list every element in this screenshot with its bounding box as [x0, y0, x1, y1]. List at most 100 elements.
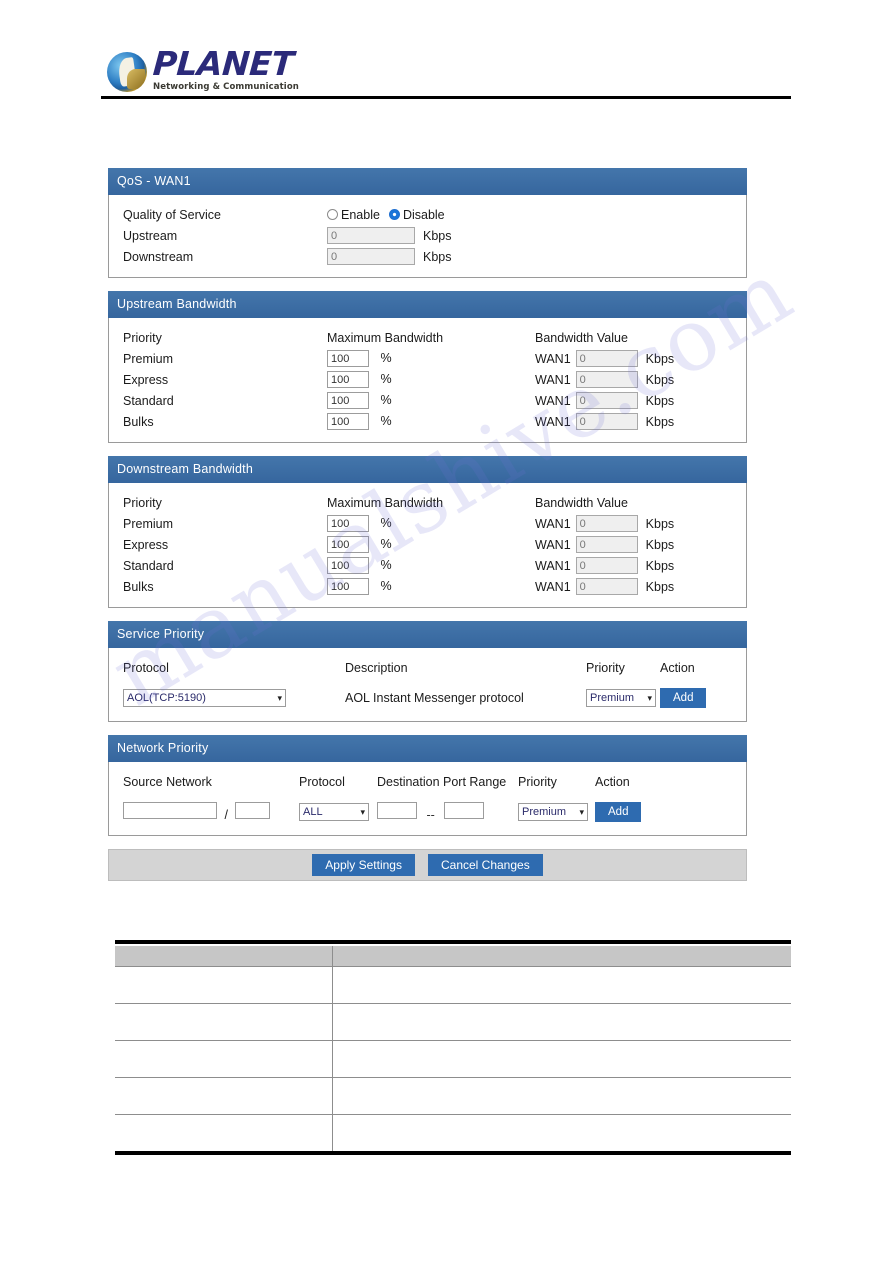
- port-range-from-input[interactable]: [377, 802, 417, 819]
- port-range-to-input[interactable]: [444, 802, 485, 819]
- table-row: [115, 1114, 791, 1155]
- bandwidth-value-input[interactable]: 0: [575, 392, 638, 409]
- network-protocol-select-value: ALL: [303, 806, 323, 818]
- upstream-input[interactable]: 0: [327, 227, 415, 244]
- row-description: [332, 1003, 791, 1041]
- col-header-action: Action: [660, 661, 695, 675]
- brand-wordmark: PLANET Networking & Communication: [152, 44, 299, 92]
- downstream-unit: Kbps: [423, 249, 452, 264]
- panel-title-service-priority: Service Priority: [108, 621, 747, 648]
- panel-title-upstream-bandwidth: Upstream Bandwidth: [108, 291, 747, 318]
- table-row: [115, 1077, 791, 1115]
- bandwidth-value-input[interactable]: 0: [575, 413, 638, 430]
- kbps-unit: Kbps: [645, 558, 675, 573]
- panel-title-downstream-bandwidth: Downstream Bandwidth: [108, 456, 747, 483]
- max-bandwidth-input[interactable]: 100: [327, 536, 369, 553]
- bandwidth-value-input[interactable]: 0: [575, 371, 638, 388]
- col-header-priority: Priority: [123, 495, 162, 510]
- priority-select[interactable]: Premium ▾: [586, 689, 656, 707]
- network-priority-select-value: Premium: [522, 806, 567, 818]
- wan-label: WAN1: [535, 393, 571, 408]
- bandwidth-value-input[interactable]: 0: [575, 515, 638, 532]
- bandwidth-value-cell: WAN1 0 Kbps: [535, 392, 674, 409]
- brand-tagline: Networking & Communication: [153, 82, 299, 92]
- max-bandwidth-input[interactable]: 100: [327, 413, 369, 430]
- source-network-input[interactable]: [123, 802, 217, 819]
- network-priority-select[interactable]: Premium ▾: [518, 803, 588, 821]
- wan-label: WAN1: [535, 372, 571, 387]
- apply-settings-button[interactable]: Apply Settings: [312, 854, 415, 876]
- header-divider: [101, 96, 791, 99]
- source-network-mask-input[interactable]: [235, 802, 271, 819]
- header-row-service-priority: Protocol Description Priority Action: [109, 657, 746, 679]
- radio-disable-icon[interactable]: [388, 209, 400, 220]
- col-header-bandwidth-value: Bandwidth Value: [535, 495, 628, 510]
- protocol-select[interactable]: AOL(TCP:5190) ▾: [123, 689, 286, 707]
- planet-globe-logo-icon: [107, 51, 147, 92]
- label-downstream: Downstream: [123, 249, 194, 264]
- panel-service-priority: Service Priority Protocol Description Pr…: [108, 621, 747, 722]
- bandwidth-value-cell: WAN1 0 Kbps: [535, 350, 674, 367]
- network-protocol-select[interactable]: ALL ▾: [299, 803, 369, 821]
- col-header-destination-port-range: Destination Port Range: [377, 775, 507, 789]
- qos-configuration-screenshot: QoS - WAN1 Quality of Service Enable Dis…: [108, 168, 747, 881]
- priority-label: Express: [123, 372, 169, 387]
- max-bandwidth-input[interactable]: 100: [327, 371, 369, 388]
- max-bandwidth-cell: 100 %: [327, 536, 535, 553]
- panel-body-network-priority: Source Network Protocol Destination Port…: [108, 762, 747, 836]
- protocol-select-value: AOL(TCP:5190): [127, 692, 206, 704]
- cancel-changes-button[interactable]: Cancel Changes: [427, 854, 543, 876]
- wan-label: WAN1: [535, 537, 571, 552]
- col-header-priority: Priority: [586, 661, 625, 675]
- add-service-priority-button[interactable]: Add: [660, 688, 707, 708]
- bandwidth-value-input[interactable]: 0: [575, 350, 638, 367]
- wan-label: WAN1: [535, 579, 571, 594]
- protocol-cell: AOL(TCP:5190) ▾: [123, 689, 345, 707]
- col-header-priority: Priority: [518, 775, 557, 789]
- panel-title-network-priority: Network Priority: [108, 735, 747, 762]
- bandwidth-value-cell: WAN1 0 Kbps: [535, 536, 674, 553]
- max-bandwidth-input[interactable]: 100: [327, 557, 369, 574]
- bandwidth-value-input[interactable]: 0: [575, 578, 638, 595]
- table-row: Bulks 100 % WAN1 0 Kbps: [109, 576, 746, 597]
- radio-enable-icon[interactable]: [327, 209, 338, 220]
- table-row: Standard 100 % WAN1 0 Kbps: [109, 390, 746, 411]
- max-bandwidth-input[interactable]: 100: [327, 350, 369, 367]
- priority-select-value: Premium: [590, 692, 635, 704]
- table-header-row: [115, 946, 791, 967]
- max-bandwidth-input[interactable]: 100: [327, 515, 369, 532]
- max-bandwidth-cell: 100 %: [327, 413, 535, 430]
- bandwidth-value-input[interactable]: 0: [575, 536, 638, 553]
- table-row: Express 100 % WAN1 0 Kbps: [109, 534, 746, 555]
- max-bandwidth-input[interactable]: 100: [327, 392, 369, 409]
- brand-logo: PLANET Networking & Communication: [107, 44, 299, 92]
- downstream-input[interactable]: 0: [327, 248, 415, 265]
- radio-option-disable[interactable]: Disable: [388, 208, 445, 222]
- radio-option-enable[interactable]: Enable: [327, 208, 380, 222]
- col-header-bandwidth-value: Bandwidth Value: [535, 330, 628, 345]
- row-parameter: [115, 1003, 333, 1041]
- col-header-parameter: [115, 946, 333, 967]
- percent-unit: %: [380, 515, 392, 530]
- panel-qos-wan1: QoS - WAN1 Quality of Service Enable Dis…: [108, 168, 747, 278]
- col-header-protocol: Protocol: [299, 775, 345, 789]
- header-row-network-priority: Source Network Protocol Destination Port…: [109, 771, 746, 793]
- wan-label: WAN1: [535, 414, 571, 429]
- max-bandwidth-cell: 100 %: [327, 350, 535, 367]
- page-header: PLANET Networking & Communication: [0, 0, 893, 104]
- row-description: [332, 1077, 791, 1115]
- action-cell: Add: [595, 802, 655, 822]
- label-quality-of-service: Quality of Service: [123, 207, 221, 222]
- kbps-unit: Kbps: [645, 393, 675, 408]
- max-bandwidth-input[interactable]: 100: [327, 578, 369, 595]
- add-network-priority-button[interactable]: Add: [595, 802, 642, 822]
- bandwidth-value-input[interactable]: 0: [575, 557, 638, 574]
- percent-unit: %: [380, 392, 392, 407]
- max-bandwidth-cell: 100 %: [327, 578, 535, 595]
- kbps-unit: Kbps: [645, 516, 675, 531]
- parameter-description-table: [115, 940, 791, 1155]
- panel-body-upstream-bandwidth: Priority Maximum Bandwidth Bandwidth Val…: [108, 318, 747, 443]
- row-quality-of-service: Quality of Service Enable Disable: [109, 204, 746, 225]
- row-parameter: [115, 1040, 333, 1078]
- percent-unit: %: [380, 578, 392, 593]
